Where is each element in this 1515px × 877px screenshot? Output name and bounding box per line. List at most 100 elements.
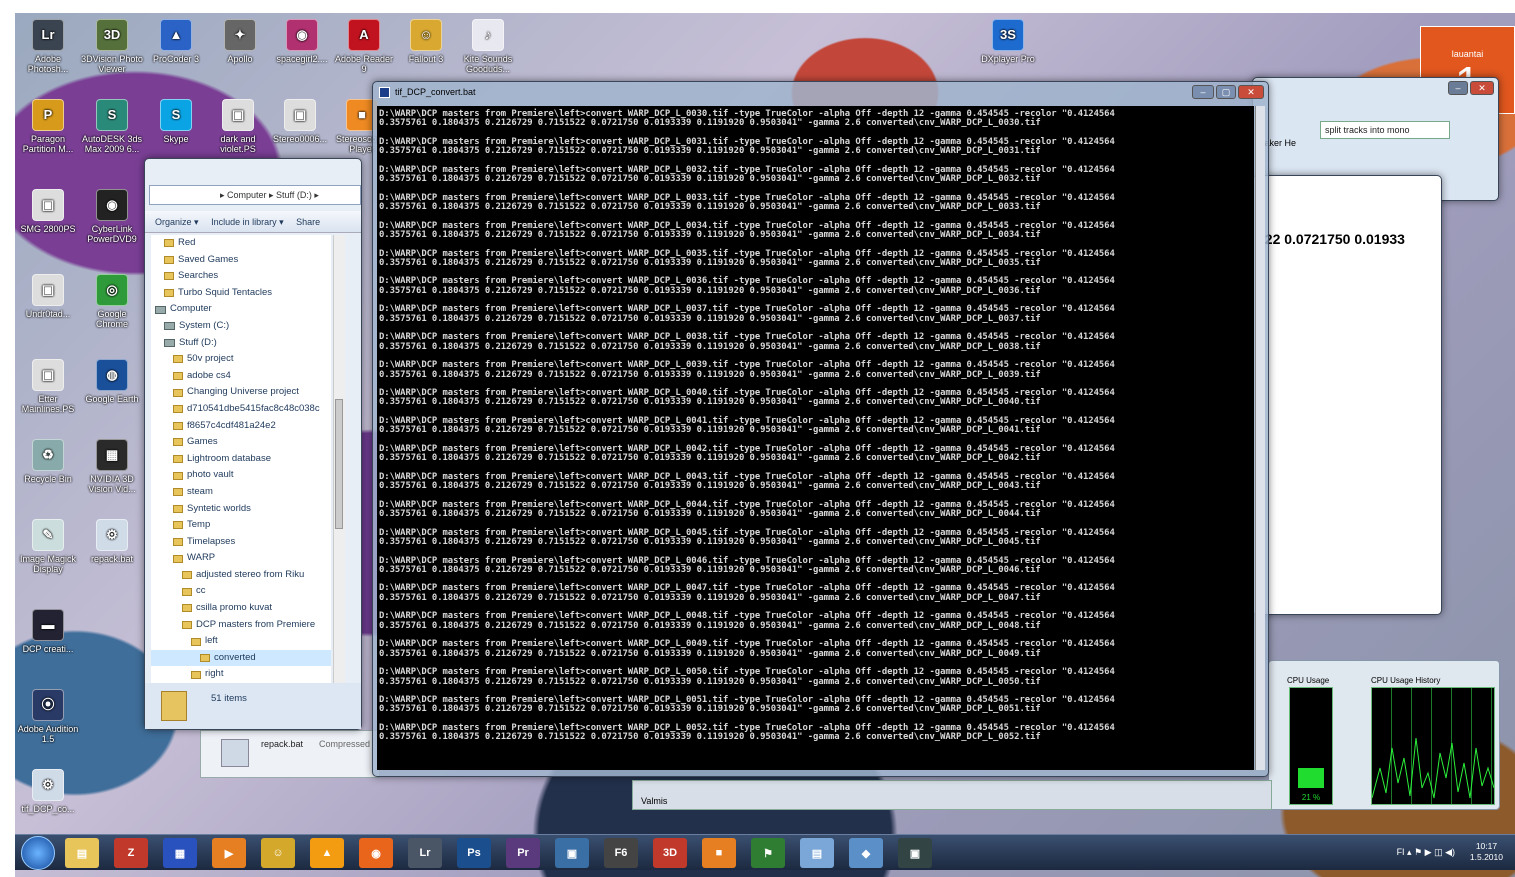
flag-taskbar-icon[interactable]: ⚑	[751, 838, 785, 868]
desktop-icon[interactable]: ◉ spacegirl2....	[271, 19, 333, 64]
address-bar[interactable]: ▸ Computer ▸ Stuff (D:) ▸	[149, 185, 361, 205]
desktop-icon[interactable]: ♪ Kite Sounds Gooduds...	[457, 19, 519, 74]
tree-item-label: DCP masters from Premiere	[196, 618, 316, 630]
desktop-icon[interactable]: ▣ SMG 2800PS	[17, 189, 79, 234]
maximize-button[interactable]: ▢	[1216, 85, 1236, 99]
close-button[interactable]: ✕	[1470, 81, 1494, 95]
desktop-icon[interactable]: ▦ NVIDIA 3D Vision Vid...	[81, 439, 143, 494]
fallout-taskbar-icon[interactable]: ☺	[261, 838, 295, 868]
cpu-meter-window[interactable]: CPU Usage CPU Usage History 21 %	[1268, 660, 1500, 810]
document-window[interactable]: 522 0.0721750 0.01933	[1252, 175, 1442, 615]
desktop-icon[interactable]: 3S DXplayer Pro	[977, 19, 1039, 64]
tree-item[interactable]: Searches	[151, 268, 331, 285]
window-taskbar-icon[interactable]: ▣	[555, 838, 589, 868]
tree-item[interactable]: Changing Universe project	[151, 384, 331, 401]
system-tray[interactable]: FI ▴ ⚑ ▶ ◫ ◀)	[1397, 847, 1455, 858]
tree-item[interactable]: csilla promo kuvat	[151, 600, 331, 617]
explorer-window[interactable]: ▸ Computer ▸ Stuff (D:) ▸ Organize ▾ Inc…	[144, 158, 362, 730]
photoshop-taskbar-icon[interactable]: Ps	[457, 838, 491, 868]
cube-taskbar-icon[interactable]: ◆	[849, 838, 883, 868]
tree-item[interactable]: d710541dbe5415fac8c48c038c	[151, 401, 331, 418]
tree-item[interactable]: Games	[151, 434, 331, 451]
cmd-window[interactable]: tif_DCP_convert.bat – ▢ ✕ D:\WARP\DCP ma…	[372, 81, 1269, 777]
organize-button[interactable]: Organize ▾	[155, 217, 199, 227]
notes-taskbar-icon[interactable]: ▤	[800, 838, 834, 868]
lightroom-taskbar-icon[interactable]: Lr	[408, 838, 442, 868]
minimize-button[interactable]: –	[1448, 81, 1468, 95]
start-button[interactable]	[21, 836, 55, 870]
clock[interactable]: 10:17 1.5.2010	[1470, 841, 1503, 863]
desktop-icon[interactable]: ▣ Etter Mainlines.PS	[17, 359, 79, 414]
desktop-icon[interactable]: ◎ Google Chrome	[81, 274, 143, 329]
repack-file-item[interactable]: repack.bat Compressed	[200, 730, 380, 778]
tree-item[interactable]: System (C:)	[151, 318, 331, 335]
desktop-icon[interactable]: Lr Adobe Photosh...	[17, 19, 79, 74]
console-output[interactable]: D:\WARP\DCP masters from Premiere\left>c…	[377, 106, 1254, 770]
desktop-icon[interactable]: ▣ dark and violet.PS	[207, 99, 269, 154]
include-library-button[interactable]: Include in library ▾	[211, 217, 284, 227]
desktop-icon[interactable]: ✦ Apollo	[209, 19, 271, 64]
tree-item[interactable]: photo vault	[151, 467, 331, 484]
desktop-icon[interactable]: 3D 3DVision Photo Viewer	[81, 19, 143, 74]
explorer-taskbar-icon[interactable]: ▤	[65, 838, 99, 868]
tree-item[interactable]: adobe cs4	[151, 368, 331, 385]
search-input[interactable]: split tracks into mono	[1320, 121, 1450, 139]
navigation-tree[interactable]: Red Saved Games Searches Turbo Squid Tentac…	[151, 235, 331, 683]
tree-item[interactable]: adjusted stereo from Riku	[151, 567, 331, 584]
desktop-icon[interactable]: ◉ CyberLink PowerDVD9	[81, 189, 143, 244]
monitor-taskbar-icon[interactable]: ▦	[163, 838, 197, 868]
premiere-taskbar-icon[interactable]: Pr	[506, 838, 540, 868]
desktop-icon[interactable]: ✎ Image Magick Display	[17, 519, 79, 574]
desktop-icon[interactable]: ◍ Google Earth	[81, 359, 143, 404]
desktop-icon[interactable]: ☺ Fallout 3	[395, 19, 457, 64]
tree-item[interactable]: Saved Games	[151, 252, 331, 269]
desktop-icon[interactable]: ▲ ProCoder 3	[145, 19, 207, 64]
scrollbar-thumb[interactable]	[335, 399, 343, 529]
tree-item[interactable]: Timelapses	[151, 534, 331, 551]
tree-item[interactable]: steam	[151, 484, 331, 501]
desktop-icon[interactable]: A Adobe Reader 9	[333, 19, 395, 74]
tree-item[interactable]: f8657c4cdf481a24e2	[151, 418, 331, 435]
desktop-icon[interactable]: ♻ Recycle Bin	[17, 439, 79, 484]
console-scrollbar[interactable]	[1255, 106, 1265, 770]
tree-item[interactable]: Turbo Squid Tentacles	[151, 285, 331, 302]
tree-item[interactable]: left	[151, 633, 331, 650]
console-command-line: D:\WARP\DCP masters from Premiere\left>c…	[379, 332, 1252, 352]
tree-item[interactable]: right	[151, 666, 331, 683]
item-count: 51 items	[211, 693, 247, 704]
filezilla-taskbar-icon[interactable]: Z	[114, 838, 148, 868]
f6-taskbar-icon[interactable]: F6	[604, 838, 638, 868]
tree-item[interactable]: DCP masters from Premiere	[151, 617, 331, 634]
tree-item[interactable]: Red	[151, 235, 331, 252]
desktop-icon[interactable]: S Skype	[145, 99, 207, 144]
folder-icon	[173, 372, 183, 381]
tree-item[interactable]: converted	[151, 649, 331, 667]
tree-item[interactable]: cc	[151, 583, 331, 600]
tree-item[interactable]: Temp	[151, 517, 331, 534]
background-window-strip[interactable]: Valmis	[632, 780, 1272, 810]
desktop-icon[interactable]: ▬ DCP creati...	[17, 609, 79, 654]
tree-item[interactable]: Syntetic worlds	[151, 501, 331, 518]
desktop-icon[interactable]: ⚙ tif_DCP_co...	[17, 769, 79, 814]
desktop-icon[interactable]: ▣ Stereo0006...	[269, 99, 331, 144]
tree-item[interactable]: WARP	[151, 550, 331, 567]
desktop-icon[interactable]: ▣ Undr0tad...	[17, 274, 79, 319]
vlc-taskbar-icon[interactable]: ▲	[310, 838, 344, 868]
minimize-button[interactable]: –	[1192, 85, 1214, 99]
media-taskbar-icon[interactable]: ▶	[212, 838, 246, 868]
tree-item[interactable]: 50v project	[151, 351, 331, 368]
desktop-icon[interactable]: ⚙ repack.bat	[81, 519, 143, 564]
desktop-icon[interactable]: ⦿ Adobe Audition 1.5	[17, 689, 79, 744]
desktop-icon[interactable]: P Paragon Partition M...	[17, 99, 79, 154]
share-button[interactable]: Share	[296, 217, 320, 227]
tree-item[interactable]: Computer	[151, 301, 331, 318]
tree-item[interactable]: Stuff (D:)	[151, 335, 331, 352]
desktop-icon-label: Paragon Partition M...	[22, 134, 74, 154]
desktop-icon[interactable]: S AutoDESK 3ds Max 2009 6...	[81, 99, 143, 154]
close-button[interactable]: ✕	[1238, 85, 1264, 99]
firefox-taskbar-icon[interactable]: ◉	[359, 838, 393, 868]
cmd-taskbar-icon[interactable]: ▣	[898, 838, 932, 868]
tree-item[interactable]: Lightroom database	[151, 451, 331, 468]
blocks-taskbar-icon[interactable]: ■	[702, 838, 736, 868]
3d-taskbar-icon[interactable]: 3D	[653, 838, 687, 868]
